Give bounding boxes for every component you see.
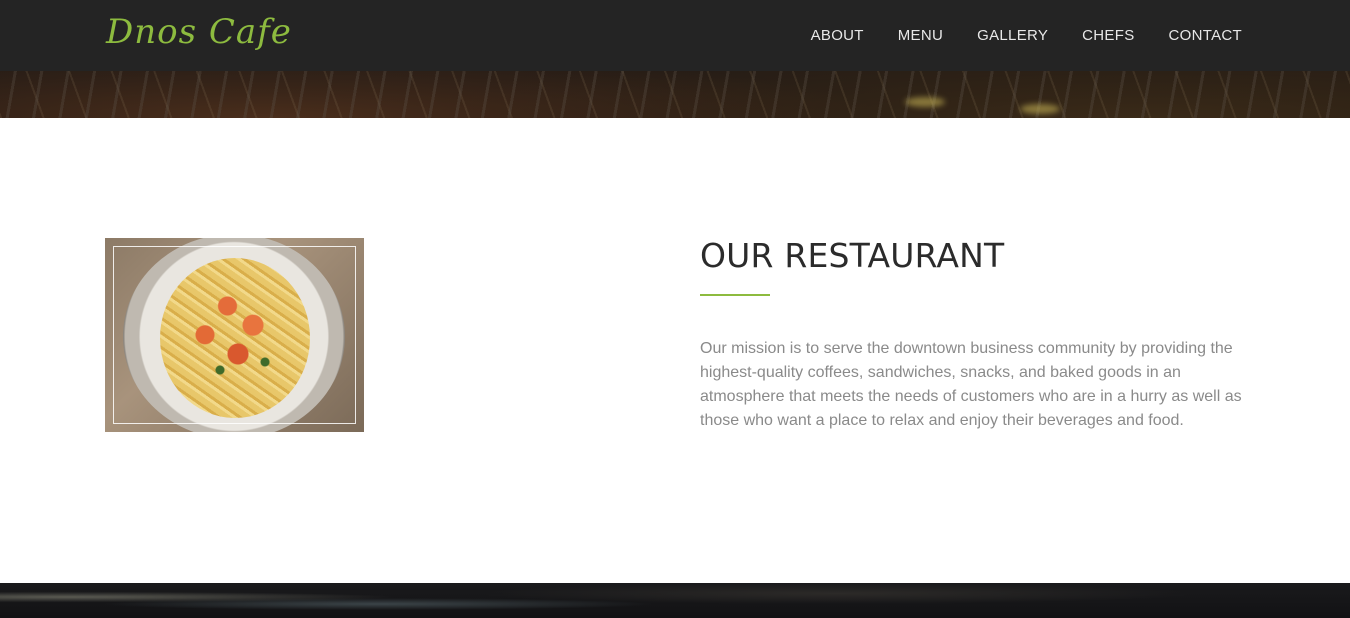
nav-link-menu[interactable]: MENU [898,27,943,44]
title-underline [700,294,770,296]
nav-item-contact: CONTACT [1169,27,1242,45]
nav-link-gallery[interactable]: GALLERY [977,27,1048,44]
navbar: Dnos Cafe ABOUT MENU GALLERY CHEFS CONTA… [0,0,1350,71]
next-section-background [0,583,1350,618]
section-title: OUR RESTAURANT [700,236,1005,275]
hero-light [1020,104,1060,114]
photo-frame-border [113,246,356,424]
nav-link-about[interactable]: ABOUT [811,27,864,44]
nav-link-contact[interactable]: CONTACT [1169,27,1242,44]
pasta-dish-photo [105,238,364,432]
brand-logo[interactable]: Dnos Cafe [106,12,292,52]
nav-link-chefs[interactable]: CHEFS [1082,27,1134,44]
nav-item-chefs: CHEFS [1082,27,1134,45]
nav-item-about: ABOUT [811,27,864,45]
nav-item-gallery: GALLERY [977,27,1048,45]
mission-text: Our mission is to serve the downtown bus… [700,340,1242,429]
hero-light [905,97,945,107]
about-section: OUR RESTAURANT Our mission is to serve t… [0,118,1350,583]
main-nav: ABOUT MENU GALLERY CHEFS CONTACT [811,0,1242,71]
nav-item-menu: MENU [898,27,943,45]
